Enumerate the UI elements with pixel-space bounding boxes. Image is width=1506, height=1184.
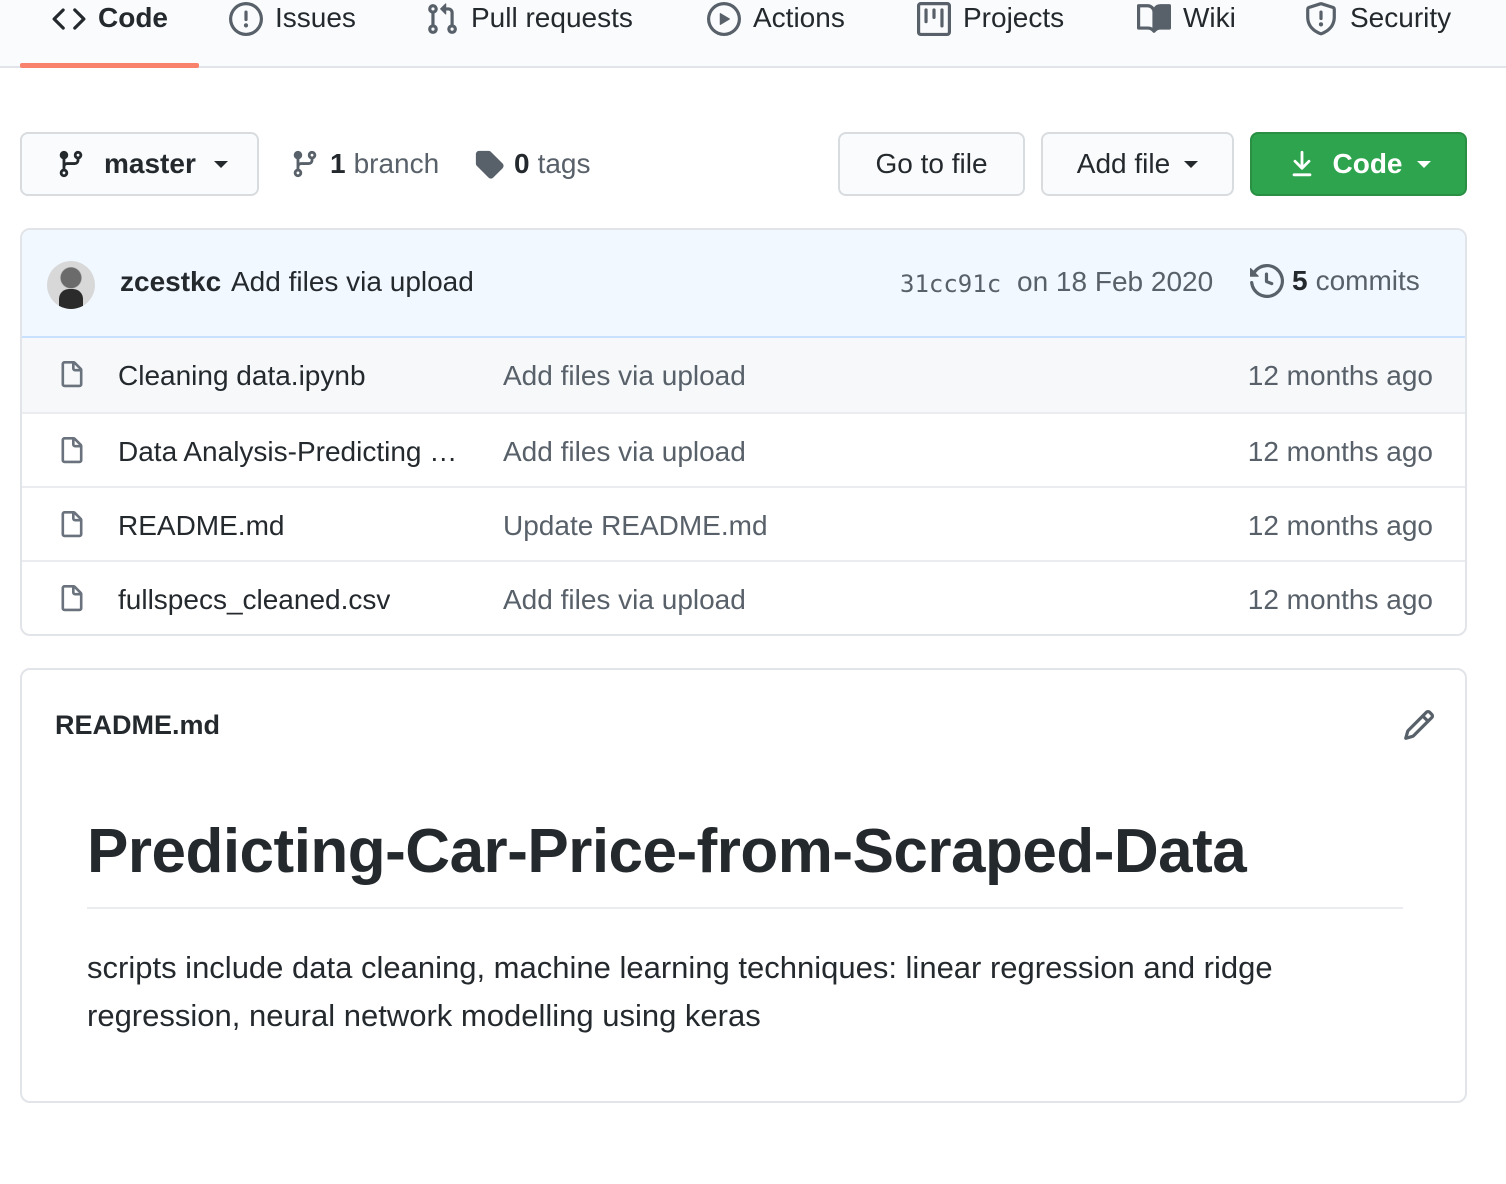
- readme-filename[interactable]: README.md: [55, 710, 220, 741]
- tab-label: Projects: [963, 2, 1065, 33]
- file-icon: [58, 509, 86, 541]
- file-icon: [58, 583, 86, 615]
- commit-message[interactable]: Add files via upload: [231, 266, 474, 298]
- chevron-down-icon: [213, 160, 228, 168]
- tag-count: 0: [514, 148, 530, 179]
- code-icon: [52, 2, 86, 36]
- file-commit-message[interactable]: Add files via upload: [503, 360, 746, 392]
- play-icon: [707, 2, 741, 36]
- tab-label: Pull requests: [471, 2, 633, 33]
- tab-wiki[interactable]: Wiki: [1137, 0, 1236, 66]
- file-row[interactable]: README.md Update README.md 12 months ago: [22, 486, 1465, 560]
- tab-label: Actions: [753, 2, 845, 33]
- commit-sha[interactable]: 31cc91c: [900, 270, 1001, 298]
- chevron-down-icon: [1416, 160, 1431, 168]
- file-commit-message[interactable]: Add files via upload: [503, 436, 746, 468]
- branch-name: master: [104, 148, 196, 179]
- file-name[interactable]: Cleaning data.ipynb: [118, 360, 366, 392]
- add-file-button[interactable]: Add file: [1041, 132, 1234, 196]
- commits-history-link[interactable]: 5 commits: [1250, 264, 1420, 298]
- issue-opened-icon: [229, 2, 263, 36]
- git-pull-request-icon: [425, 2, 459, 36]
- tab-label: Security: [1350, 2, 1452, 33]
- tab-security[interactable]: Security: [1304, 0, 1451, 66]
- download-icon: [1287, 149, 1317, 179]
- git-branch-icon: [56, 149, 86, 179]
- file-name[interactable]: Data Analysis-Predicting …: [118, 436, 457, 468]
- tab-issues[interactable]: Issues: [229, 0, 356, 66]
- commit-label: commits: [1315, 265, 1420, 296]
- avatar[interactable]: [47, 261, 95, 309]
- file-age: 12 months ago: [1247, 584, 1433, 615]
- file-row[interactable]: Cleaning data.ipynb Add files via upload…: [22, 338, 1465, 412]
- file-name[interactable]: README.md: [118, 510, 284, 542]
- tab-label: Wiki: [1183, 2, 1236, 33]
- go-to-file-label: Go to file: [875, 148, 988, 179]
- commit-date: on 18 Feb 2020: [1017, 266, 1214, 297]
- file-commit-message[interactable]: Update README.md: [503, 510, 768, 542]
- code-download-button[interactable]: Code: [1250, 132, 1467, 196]
- add-file-label: Add file: [1076, 148, 1171, 179]
- selected-tab-underline: [20, 63, 199, 68]
- tab-code[interactable]: Code: [52, 0, 168, 66]
- repo-nav: Code Issues Pull requests Actions Projec…: [0, 0, 1506, 68]
- file-row[interactable]: Data Analysis-Predicting … Add files via…: [22, 412, 1465, 486]
- file-row[interactable]: fullspecs_cleaned.csv Add files via uplo…: [22, 560, 1465, 634]
- file-age: 12 months ago: [1247, 436, 1433, 467]
- readme-heading: Predicting-Car-Price-from-Scraped-Data: [87, 816, 1403, 909]
- tab-label: Code: [98, 2, 168, 33]
- tag-label: tags: [537, 148, 591, 179]
- tab-projects[interactable]: Projects: [917, 0, 1064, 66]
- tags-link[interactable]: 0 tags: [474, 140, 591, 188]
- file-name[interactable]: fullspecs_cleaned.csv: [118, 584, 390, 616]
- file-commit-message[interactable]: Add files via upload: [503, 584, 746, 616]
- commit-author[interactable]: zcestkc: [120, 266, 221, 298]
- file-icon: [58, 359, 86, 391]
- tab-actions[interactable]: Actions: [707, 0, 845, 66]
- file-icon: [58, 435, 86, 467]
- tab-pull-requests[interactable]: Pull requests: [425, 0, 633, 66]
- latest-commit-bar: zcestkc Add files via upload 31cc91c on …: [22, 230, 1465, 338]
- file-listing: zcestkc Add files via upload 31cc91c on …: [20, 228, 1467, 636]
- tab-label: Issues: [275, 2, 356, 33]
- commit-count: 5: [1292, 265, 1308, 296]
- branch-label: branch: [353, 148, 440, 179]
- git-branch-icon: [290, 149, 320, 179]
- readme-panel: README.md Predicting-Car-Price-from-Scra…: [20, 668, 1467, 1103]
- branches-link[interactable]: 1 branch: [290, 140, 439, 188]
- branch-select-button[interactable]: master: [20, 132, 259, 196]
- readme-body: scripts include data cleaning, machine l…: [87, 950, 1273, 1033]
- history-icon: [1250, 264, 1284, 298]
- go-to-file-button[interactable]: Go to file: [838, 132, 1025, 196]
- project-icon: [917, 2, 951, 36]
- file-age: 12 months ago: [1247, 360, 1433, 391]
- shield-icon: [1304, 2, 1338, 36]
- pencil-icon[interactable]: [1402, 708, 1436, 742]
- code-button-label: Code: [1332, 148, 1403, 179]
- chevron-down-icon: [1184, 160, 1199, 168]
- branch-count: 1: [330, 148, 346, 179]
- file-age: 12 months ago: [1247, 510, 1433, 541]
- book-icon: [1137, 2, 1171, 36]
- tag-icon: [474, 149, 504, 179]
